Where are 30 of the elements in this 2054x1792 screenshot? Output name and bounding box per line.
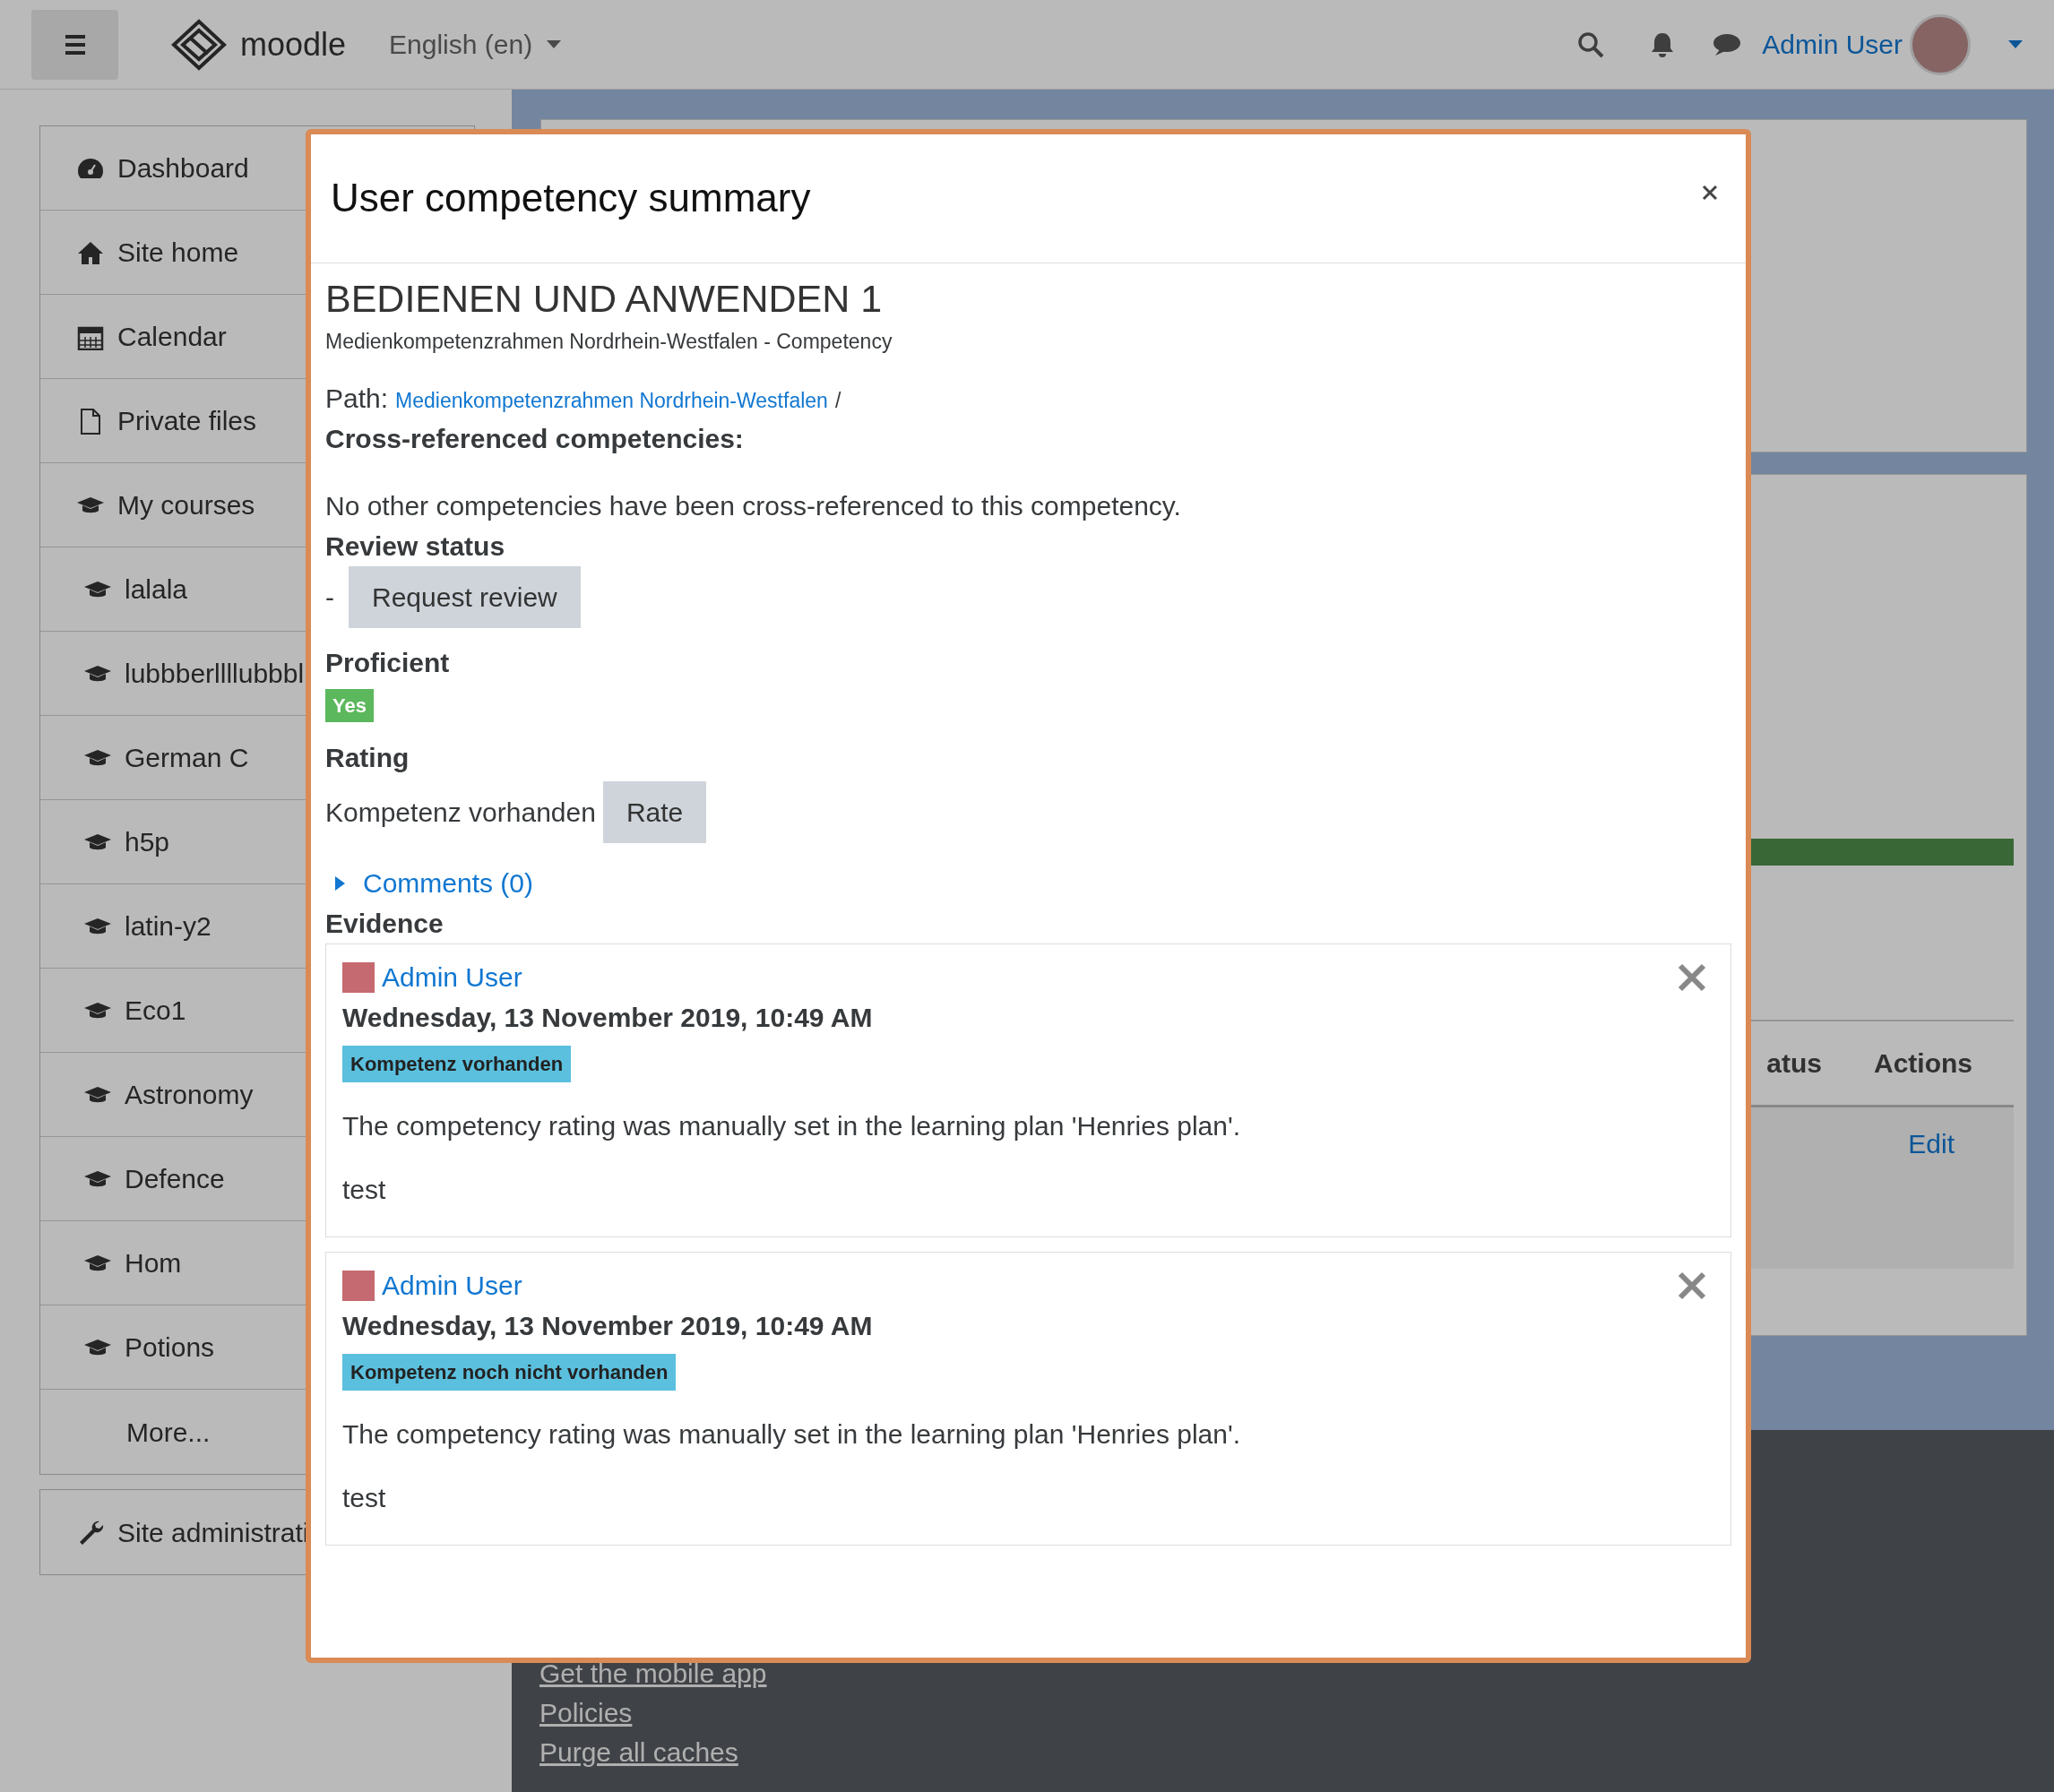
avatar-picture: [342, 1270, 375, 1301]
user-name-link[interactable]: Admin User: [1762, 24, 1903, 65]
avatar-picture: [342, 961, 375, 993]
language-menu[interactable]: English (en): [389, 24, 562, 65]
table-header: atus: [1766, 1047, 1822, 1080]
close-icon[interactable]: [1701, 183, 1719, 202]
footer-link[interactable]: Purge all caches: [539, 1733, 2026, 1772]
chat-bubble-icon[interactable]: [1712, 31, 1741, 57]
section-heading: Proficient: [325, 647, 451, 680]
request-review-button[interactable]: Request review: [349, 566, 581, 629]
rate-button[interactable]: Rate: [602, 781, 707, 844]
caret-right-icon: [332, 874, 347, 892]
path-separator: /: [834, 388, 841, 415]
section-heading: Evidence: [325, 908, 444, 941]
footer-link[interactable]: Policies: [539, 1693, 2026, 1733]
brand-name: moodle: [240, 24, 347, 65]
delete-icon[interactable]: [1677, 1270, 1707, 1301]
rating-badge: Kompetenz vorhanden: [342, 1046, 572, 1083]
rating-badge: Kompetenz noch nicht vorhanden: [342, 1354, 677, 1391]
section-heading: Rating: [325, 742, 410, 775]
caret-icon: [547, 39, 562, 49]
evidence-description: The competency rating was manually set in the learning plan 'Henries plan'.: [342, 1418, 1241, 1452]
search-icon[interactable]: [1577, 30, 1605, 58]
caret-icon[interactable]: [2008, 39, 2023, 49]
evidence-note: test: [342, 1174, 387, 1207]
path-label: Path:: [325, 383, 389, 416]
delete-icon[interactable]: [1677, 961, 1707, 993]
review-status-value: -: [325, 582, 334, 615]
proficient-badge: Yes: [325, 689, 374, 723]
table-header: Actions: [1874, 1047, 1972, 1080]
